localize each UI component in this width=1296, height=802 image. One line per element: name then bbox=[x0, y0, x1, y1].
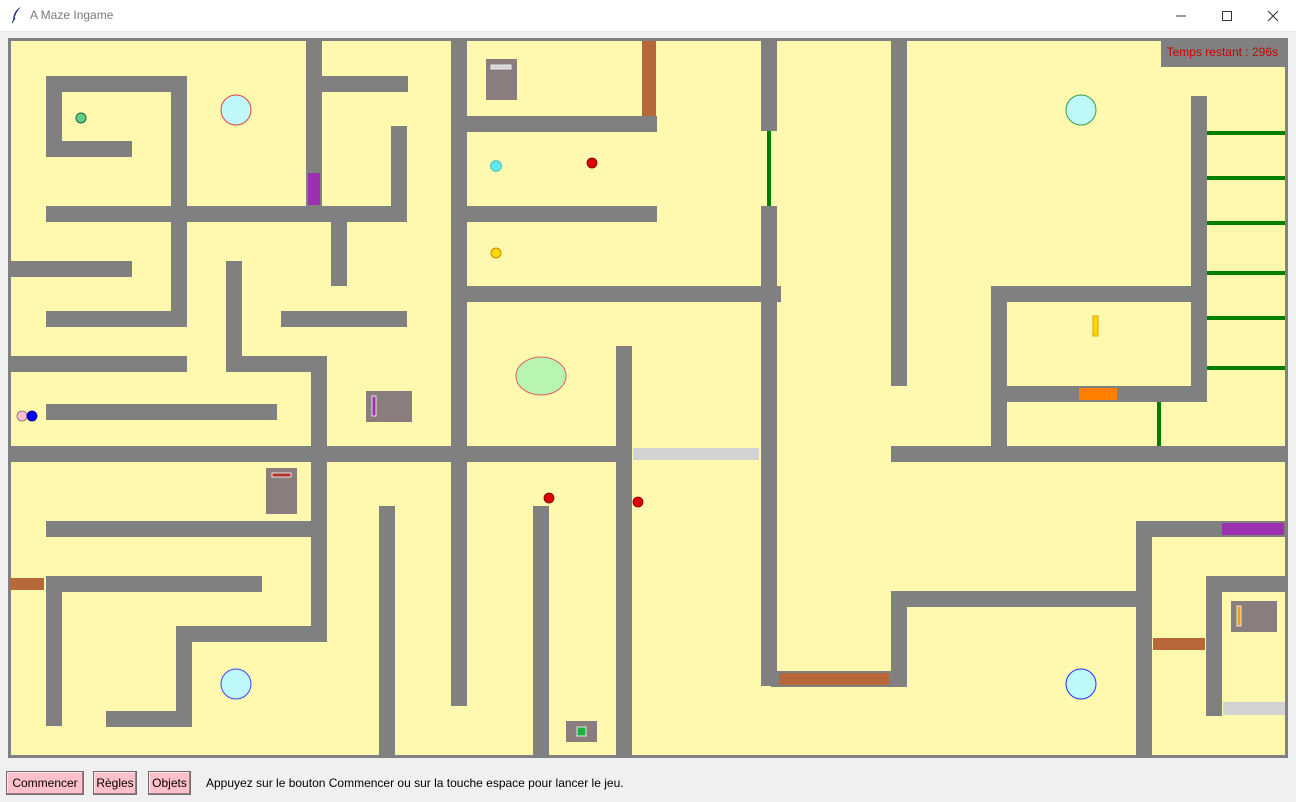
chest bbox=[566, 721, 597, 742]
chest bbox=[1231, 601, 1277, 632]
green-orb bbox=[75, 112, 87, 124]
enemy bbox=[632, 496, 644, 508]
chest bbox=[366, 391, 412, 422]
grey-door bbox=[1223, 702, 1285, 715]
enemy bbox=[586, 157, 598, 169]
maximize-button[interactable] bbox=[1204, 0, 1250, 31]
purple-door bbox=[1222, 523, 1284, 535]
wooden-door bbox=[1153, 638, 1205, 650]
player bbox=[26, 410, 38, 422]
teleporter-portal bbox=[1065, 94, 1097, 126]
start-button[interactable]: Commencer bbox=[6, 771, 84, 795]
start-marker bbox=[16, 410, 28, 422]
rules-button[interactable]: Règles bbox=[93, 771, 137, 795]
purple-door bbox=[308, 173, 320, 205]
green-portal bbox=[515, 356, 567, 396]
wooden-door bbox=[642, 41, 656, 116]
teleporter-portal bbox=[1065, 668, 1097, 700]
wooden-door bbox=[10, 578, 44, 590]
chest bbox=[266, 468, 297, 514]
yellow-coin bbox=[490, 247, 502, 259]
yellow-key bbox=[1092, 315, 1099, 337]
items-button[interactable]: Objets bbox=[148, 771, 191, 795]
close-button[interactable] bbox=[1250, 0, 1296, 31]
teleporter-portal bbox=[220, 668, 252, 700]
minimize-button[interactable] bbox=[1158, 0, 1204, 31]
minimize-icon bbox=[1176, 15, 1186, 17]
maximize-icon bbox=[1222, 11, 1232, 21]
orange-door bbox=[1077, 386, 1119, 402]
enemy bbox=[543, 492, 555, 504]
grey-door bbox=[633, 448, 759, 460]
teleporter-portal bbox=[220, 94, 252, 126]
window-title: A Maze Ingame bbox=[30, 8, 114, 22]
status-message: Appuyez sur le bouton Commencer ou sur l… bbox=[206, 776, 624, 790]
chest bbox=[486, 59, 517, 100]
cyan-orb bbox=[490, 160, 502, 172]
feather-icon bbox=[11, 7, 21, 24]
bottom-toolbar: Commencer Règles Objets Appuyez sur le b… bbox=[0, 764, 1296, 802]
title-bar: A Maze Ingame bbox=[0, 0, 1296, 32]
wooden-door bbox=[779, 673, 889, 685]
close-icon bbox=[1267, 10, 1279, 22]
maze-canvas[interactable]: Temps restant : 296s bbox=[8, 38, 1288, 758]
time-remaining: Temps restant : 296s bbox=[1167, 45, 1278, 59]
